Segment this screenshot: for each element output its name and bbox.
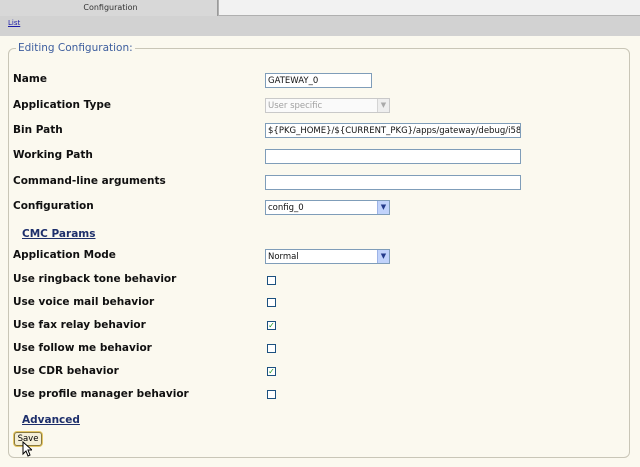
voice-mail-checkbox[interactable]: [267, 298, 276, 307]
command-line-arguments-label: Command-line arguments: [13, 175, 166, 187]
bin-path-input[interactable]: ${PKG_HOME}/${CURRENT_PKG}/apps/gateway/…: [265, 123, 521, 138]
ringback-tone-checkbox[interactable]: [267, 276, 276, 285]
working-path-label: Working Path: [13, 149, 93, 161]
chevron-down-icon: ▼: [377, 201, 389, 214]
cdr-label: Use CDR behavior: [13, 365, 119, 377]
application-mode-label: Application Mode: [13, 249, 116, 261]
configuration-select[interactable]: config_0 ▼: [265, 200, 390, 215]
profile-manager-checkbox[interactable]: [267, 390, 276, 399]
application-type-select: User specific ▼: [265, 98, 390, 113]
advanced-link[interactable]: Advanced: [22, 414, 80, 426]
configuration-value: config_0: [268, 203, 304, 213]
tab-bar-empty-area: [218, 0, 640, 16]
checkmark-icon: ✓: [268, 321, 275, 330]
application-mode-select[interactable]: Normal ▼: [265, 249, 390, 264]
chevron-down-icon: ▼: [377, 99, 389, 112]
cmc-params-link[interactable]: CMC Params: [22, 228, 95, 240]
configuration-label: Configuration: [13, 200, 94, 212]
command-line-arguments-input[interactable]: [265, 175, 521, 190]
name-label: Name: [13, 73, 47, 85]
tab-configuration[interactable]: Configuration: [0, 0, 218, 16]
working-path-input[interactable]: [265, 149, 521, 164]
profile-manager-label: Use profile manager behavior: [13, 388, 189, 400]
list-link[interactable]: List: [8, 19, 20, 27]
name-input[interactable]: GATEWAY_0: [265, 73, 372, 88]
application-type-value: User specific: [268, 101, 323, 111]
mouse-pointer-icon: [22, 441, 32, 457]
fieldset-legend: Editing Configuration:: [16, 42, 135, 54]
chevron-down-icon: ▼: [377, 250, 389, 263]
cdr-checkbox[interactable]: ✓: [267, 367, 276, 376]
ringback-tone-label: Use ringback tone behavior: [13, 273, 177, 285]
application-mode-value: Normal: [268, 252, 299, 262]
toolbar: [0, 16, 640, 36]
bin-path-label: Bin Path: [13, 124, 63, 136]
follow-me-label: Use follow me behavior: [13, 342, 152, 354]
follow-me-checkbox[interactable]: [267, 344, 276, 353]
application-type-label: Application Type: [13, 99, 112, 111]
fax-relay-checkbox[interactable]: ✓: [267, 321, 276, 330]
fax-relay-label: Use fax relay behavior: [13, 319, 146, 331]
checkmark-icon: ✓: [268, 367, 275, 376]
voice-mail-label: Use voice mail behavior: [13, 296, 155, 308]
